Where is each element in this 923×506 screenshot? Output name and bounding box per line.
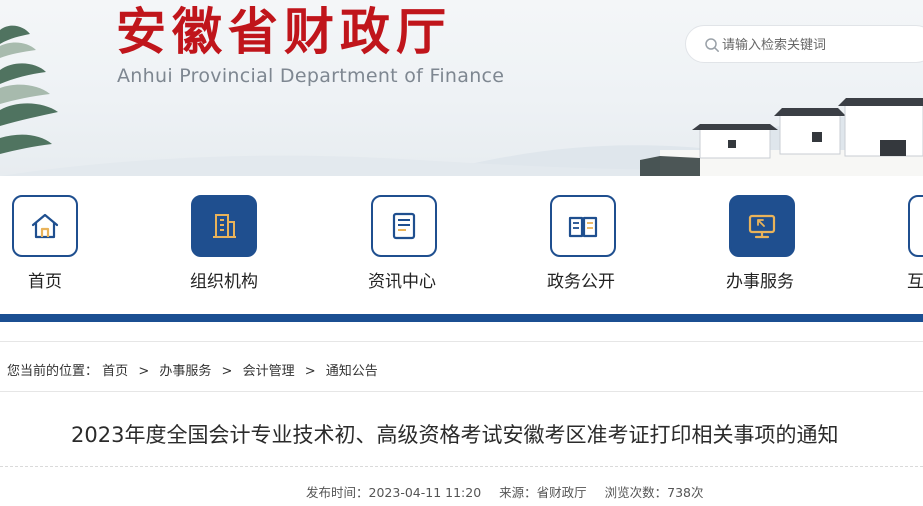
breadcrumb-link-notices[interactable]: 通知公告 [326, 364, 378, 379]
article-meta: 发布时间：2023-04-11 11:20 来源：省财政厅 浏览次数：738次 [306, 484, 704, 502]
breadcrumb-separator: > [221, 364, 233, 379]
nav-label-government-affairs[interactable]: 政务公开 [547, 271, 615, 293]
nav-item-organization[interactable]: 组织机构 [180, 176, 300, 314]
monitor-cursor-icon[interactable] [729, 195, 795, 257]
nav-item-news[interactable]: 资讯中心 [358, 176, 478, 314]
nav-label-services[interactable]: 办事服务 [726, 271, 794, 293]
nav-label-home[interactable]: 首页 [28, 271, 62, 293]
nav-label-interaction[interactable]: 互 [907, 271, 923, 293]
breadcrumb-separator: > [304, 364, 316, 379]
document-icon[interactable] [371, 195, 437, 257]
nav-item-services[interactable]: 办事服务 [716, 176, 836, 314]
article-title: 2023年度全国会计专业技术初、高级资格考试安徽考区准考证打印相关事项的通知 [71, 423, 839, 447]
divider [0, 341, 923, 342]
nav-item-interaction[interactable]: 互 [895, 176, 923, 314]
publish-time-label: 发布时间： [306, 485, 369, 500]
open-book-icon[interactable] [550, 195, 616, 257]
interaction-icon[interactable] [908, 195, 923, 257]
nav-item-government-affairs[interactable]: 政务公开 [537, 176, 657, 314]
building-icon[interactable] [191, 195, 257, 257]
nav-divider-bar [0, 314, 923, 322]
breadcrumb-separator: > [138, 364, 150, 379]
title-divider [0, 466, 923, 467]
search-box[interactable] [685, 25, 923, 63]
breadcrumb-link-accounting[interactable]: 会计管理 [243, 364, 295, 379]
site-logo-chinese[interactable]: 安徽省财政厅 [116, 2, 452, 62]
nav-item-home[interactable]: 首页 [0, 176, 120, 314]
source-value: 省财政厅 [536, 485, 587, 500]
search-input[interactable] [722, 35, 922, 55]
views-value: 738次 [667, 485, 704, 500]
search-icon[interactable] [704, 37, 720, 53]
nav-label-organization[interactable]: 组织机构 [190, 271, 258, 293]
main-nav: 首页 组织机构 资讯中心 政务公开 办事服务 互 [0, 176, 923, 314]
home-icon[interactable] [12, 195, 78, 257]
header-banner: 安徽省财政厅 Anhui Provincial Department of Fi… [0, 0, 923, 176]
source-label: 来源： [499, 485, 537, 500]
breadcrumb: 您当前的位置： 首页 > 办事服务 > 会计管理 > 通知公告 [7, 362, 378, 382]
site-logo-english: Anhui Provincial Department of Finance [117, 65, 505, 87]
views-label: 浏览次数： [604, 485, 668, 500]
nav-label-news[interactable]: 资讯中心 [368, 271, 436, 293]
breadcrumb-link-services[interactable]: 办事服务 [159, 364, 211, 379]
divider [0, 391, 923, 392]
breadcrumb-prefix: 您当前的位置： [7, 364, 99, 379]
breadcrumb-link-home[interactable]: 首页 [102, 364, 128, 379]
publish-time-value: 2023-04-11 11:20 [368, 485, 482, 500]
